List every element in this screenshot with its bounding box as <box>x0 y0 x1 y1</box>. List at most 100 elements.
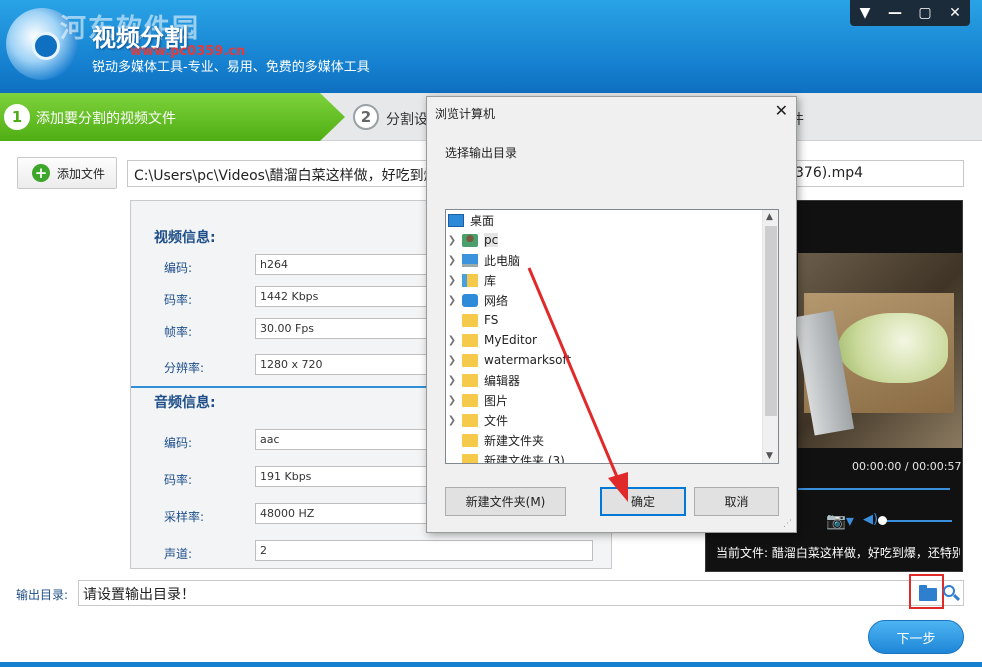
video-resolution-label: 分辨率: <box>164 361 205 375</box>
close-icon[interactable]: ✕ <box>940 0 970 26</box>
tree-item[interactable]: FS <box>446 310 764 330</box>
tree-item[interactable]: ❯ MyEditor <box>446 330 764 350</box>
folder-icon <box>462 393 478 407</box>
scroll-down-icon[interactable]: ▼ <box>766 451 773 461</box>
add-file-label: 添加文件 <box>57 166 106 181</box>
tree-item-label: 库 <box>484 273 497 288</box>
menu-dropdown-icon[interactable]: ▼ <box>850 0 880 26</box>
tree-item-label: MyEditor <box>484 333 537 347</box>
tree-item-label: 文件 <box>484 413 509 428</box>
app-subtitle: 锐动多媒体工具-专业、易用、免费的多媒体工具 <box>92 60 370 75</box>
tree-item-label: watermarksoft <box>484 353 572 367</box>
dialog-close-icon[interactable]: ✕ <box>775 101 788 120</box>
dialog-prompt: 选择输出目录 <box>445 146 518 160</box>
resize-grip-icon[interactable]: ⋰ <box>783 519 793 529</box>
expand-chevron-icon[interactable]: ❯ <box>446 275 458 286</box>
add-file-button[interactable]: + 添加文件 <box>17 157 117 189</box>
audio-channels-label: 声道: <box>164 547 193 561</box>
tree-item-label: 网络 <box>484 293 509 308</box>
folder-tree: 桌面 ❯ pc ❯ 此电脑 ❯ 库 ❯ 网络 FS ❯ MyEditor ❯ w… <box>445 209 779 464</box>
tree-item[interactable]: ❯ 网络 <box>446 290 764 310</box>
expand-chevron-icon[interactable]: ❯ <box>446 375 458 386</box>
expand-chevron-icon[interactable]: ❯ <box>446 335 458 346</box>
tree-item[interactable]: 新建文件夹 <box>446 430 764 450</box>
volume-icon[interactable]: ◀) <box>863 512 878 527</box>
network-icon <box>462 293 478 307</box>
browse-folder-dialog: 浏览计算机 ✕ 选择输出目录 桌面 ❯ pc ❯ 此电脑 ❯ 库 ❯ 网络 FS… <box>426 96 797 533</box>
tree-item[interactable]: ❯ 文件 <box>446 410 764 430</box>
search-icon[interactable] <box>943 585 961 603</box>
tree-item[interactable]: ❯ 图片 <box>446 390 764 410</box>
video-frame <box>793 253 962 448</box>
header-bar: 河东软件园 视频分割 www.pc0359.cn 锐动多媒体工具-专业、易用、免… <box>0 0 982 93</box>
cancel-button[interactable]: 取消 <box>694 487 779 516</box>
volume-slider[interactable] <box>882 520 952 522</box>
tree-item[interactable]: ❯ 库 <box>446 270 764 290</box>
user-icon <box>462 233 478 247</box>
tree-item-label: 桌面 <box>470 213 495 228</box>
plus-icon: + <box>32 164 50 182</box>
video-bitrate-label: 码率: <box>164 293 193 307</box>
folder-icon <box>462 433 478 447</box>
window-controls: ▼ — ▢ ✕ <box>850 0 970 26</box>
expand-chevron-icon[interactable]: ❯ <box>446 235 458 246</box>
computer-icon <box>462 253 478 267</box>
tree-item[interactable]: 新建文件夹 (3) <box>446 450 764 464</box>
minimize-icon[interactable]: — <box>880 0 910 26</box>
tree-item[interactable]: 桌面 <box>446 210 764 230</box>
maximize-icon[interactable]: ▢ <box>910 0 940 26</box>
folder-icon <box>462 313 478 327</box>
library-icon <box>462 273 478 287</box>
expand-chevron-icon[interactable]: ❯ <box>446 355 458 366</box>
tree-item-label: 新建文件夹 <box>484 433 545 448</box>
expand-chevron-icon[interactable]: ❯ <box>446 415 458 426</box>
volume-slider-knob[interactable] <box>878 516 887 525</box>
video-codec-label: 编码: <box>164 261 193 275</box>
expand-chevron-icon[interactable]: ❯ <box>446 255 458 266</box>
tree-scrollbar[interactable]: ▲ ▼ <box>762 210 778 463</box>
scroll-up-icon[interactable]: ▲ <box>766 212 773 222</box>
audio-channels-value: 2 <box>255 540 593 561</box>
file-path-suffix: 376).mp4 <box>795 165 864 181</box>
tree-item-label: FS <box>484 313 499 327</box>
bottom-accent-bar <box>0 662 982 667</box>
annotation-highlight-box <box>909 574 944 609</box>
tree-item-label: 图片 <box>484 393 509 408</box>
next-button[interactable]: 下一步 <box>868 620 964 654</box>
expand-chevron-icon[interactable]: ❯ <box>446 395 458 406</box>
video-framerate-label: 帧率: <box>164 325 193 339</box>
folder-icon <box>462 373 478 387</box>
seek-bar[interactable] <box>798 488 950 490</box>
step-1-active: 1 添加要分割的视频文件 <box>0 93 345 141</box>
app-window: 河东软件园 视频分割 www.pc0359.cn 锐动多媒体工具-专业、易用、免… <box>0 0 982 667</box>
audio-info-title: 音频信息: <box>154 395 216 411</box>
new-folder-button[interactable]: 新建文件夹(M) <box>445 487 566 516</box>
folder-icon <box>462 353 478 367</box>
audio-samplerate-label: 采样率: <box>164 510 205 524</box>
step-1-number: 1 <box>4 104 30 130</box>
folder-icon <box>462 333 478 347</box>
folder-icon <box>462 453 478 463</box>
tree-item[interactable]: ❯ pc <box>446 230 764 250</box>
camera-snapshot-icon[interactable]: 📷▾ <box>826 511 854 530</box>
timecode-display: 00:00:00 / 00:00:57 <box>852 460 962 473</box>
scrollbar-thumb[interactable] <box>765 226 777 416</box>
folder-icon <box>462 413 478 427</box>
dialog-title: 浏览计算机 <box>435 107 496 121</box>
tree-item-label: 编辑器 <box>484 373 521 388</box>
audio-codec-label: 编码: <box>164 436 193 450</box>
video-info-title: 视频信息: <box>154 230 216 246</box>
step-1-label: 添加要分割的视频文件 <box>36 111 176 127</box>
cabbage-image <box>838 313 948 383</box>
ok-button[interactable]: 确定 <box>600 487 686 516</box>
current-file-label: 当前文件: 醋溜白菜这样做，好吃到爆，还特别 <box>716 546 960 560</box>
tree-item[interactable]: ❯ watermarksoft <box>446 350 764 370</box>
tree-item-label: 新建文件夹 (3) <box>484 453 565 464</box>
output-dir-field[interactable]: 请设置输出目录！ <box>78 580 964 606</box>
tree-item[interactable]: ❯ 编辑器 <box>446 370 764 390</box>
audio-bitrate-label: 码率: <box>164 473 193 487</box>
expand-chevron-icon[interactable]: ❯ <box>446 295 458 306</box>
step-2-label: 分割设 <box>386 112 428 128</box>
output-dir-label: 输出目录: <box>16 588 69 602</box>
tree-item[interactable]: ❯ 此电脑 <box>446 250 764 270</box>
